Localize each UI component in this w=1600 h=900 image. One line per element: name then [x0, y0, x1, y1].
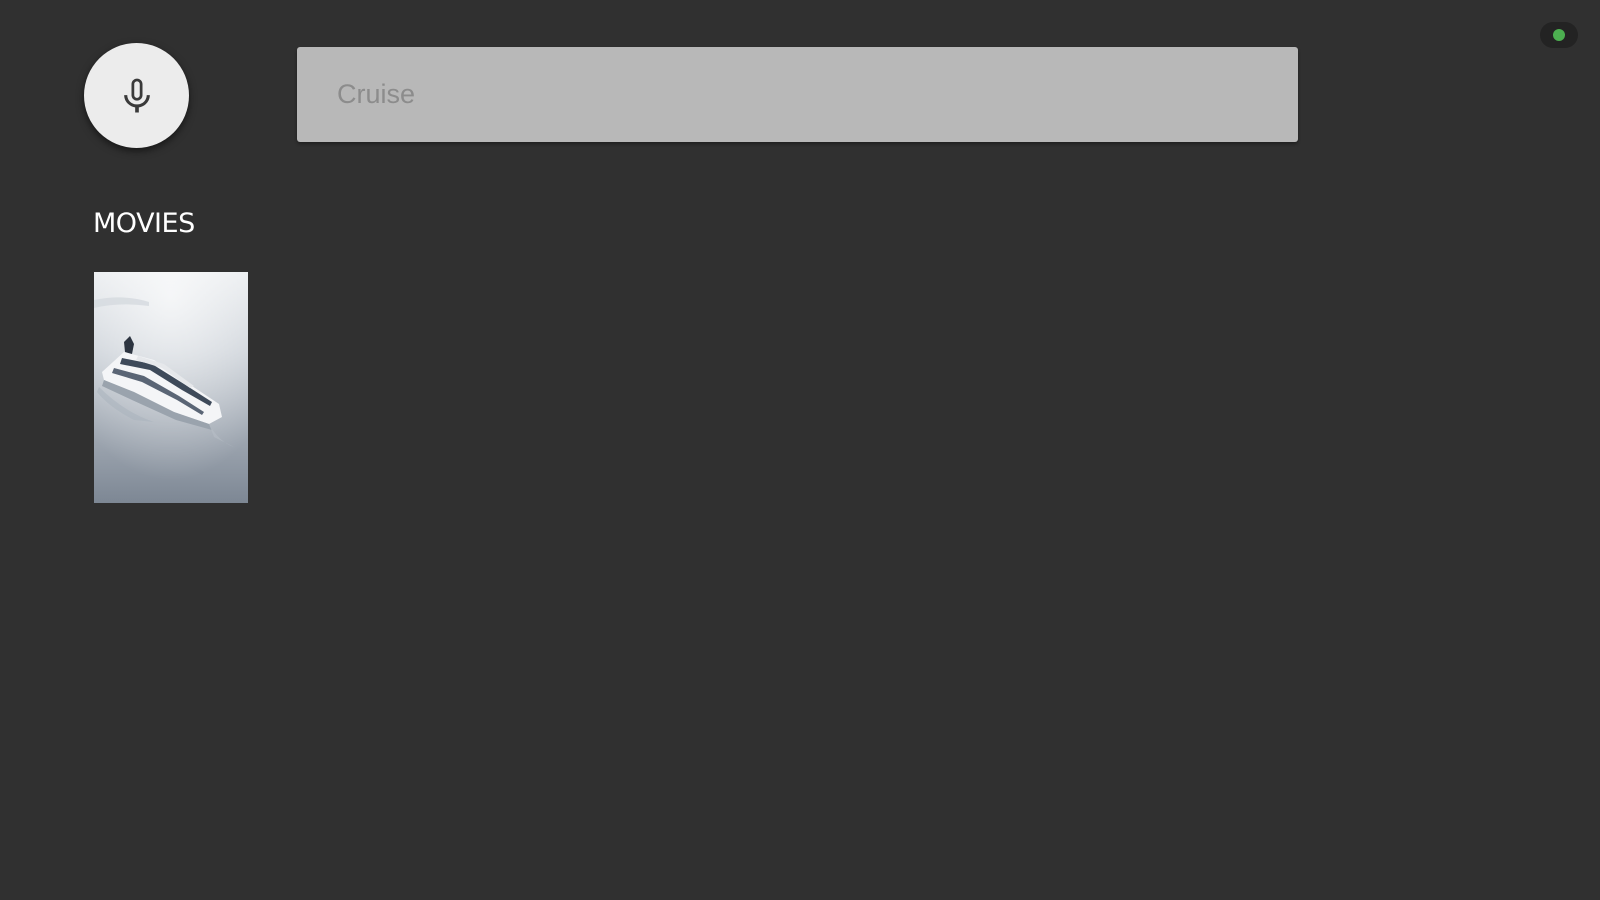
movie-card[interactable] — [94, 272, 248, 503]
search-bar — [297, 47, 1298, 142]
status-indicator — [1540, 22, 1578, 48]
status-dot — [1553, 29, 1565, 41]
voice-search-button[interactable] — [84, 43, 189, 148]
cruise-ship-poster — [94, 272, 248, 503]
microphone-icon — [123, 78, 150, 112]
section-title-movies: MOVIES — [93, 208, 195, 239]
search-screen: MOVIES — [0, 0, 1600, 900]
search-input[interactable] — [297, 47, 1298, 142]
